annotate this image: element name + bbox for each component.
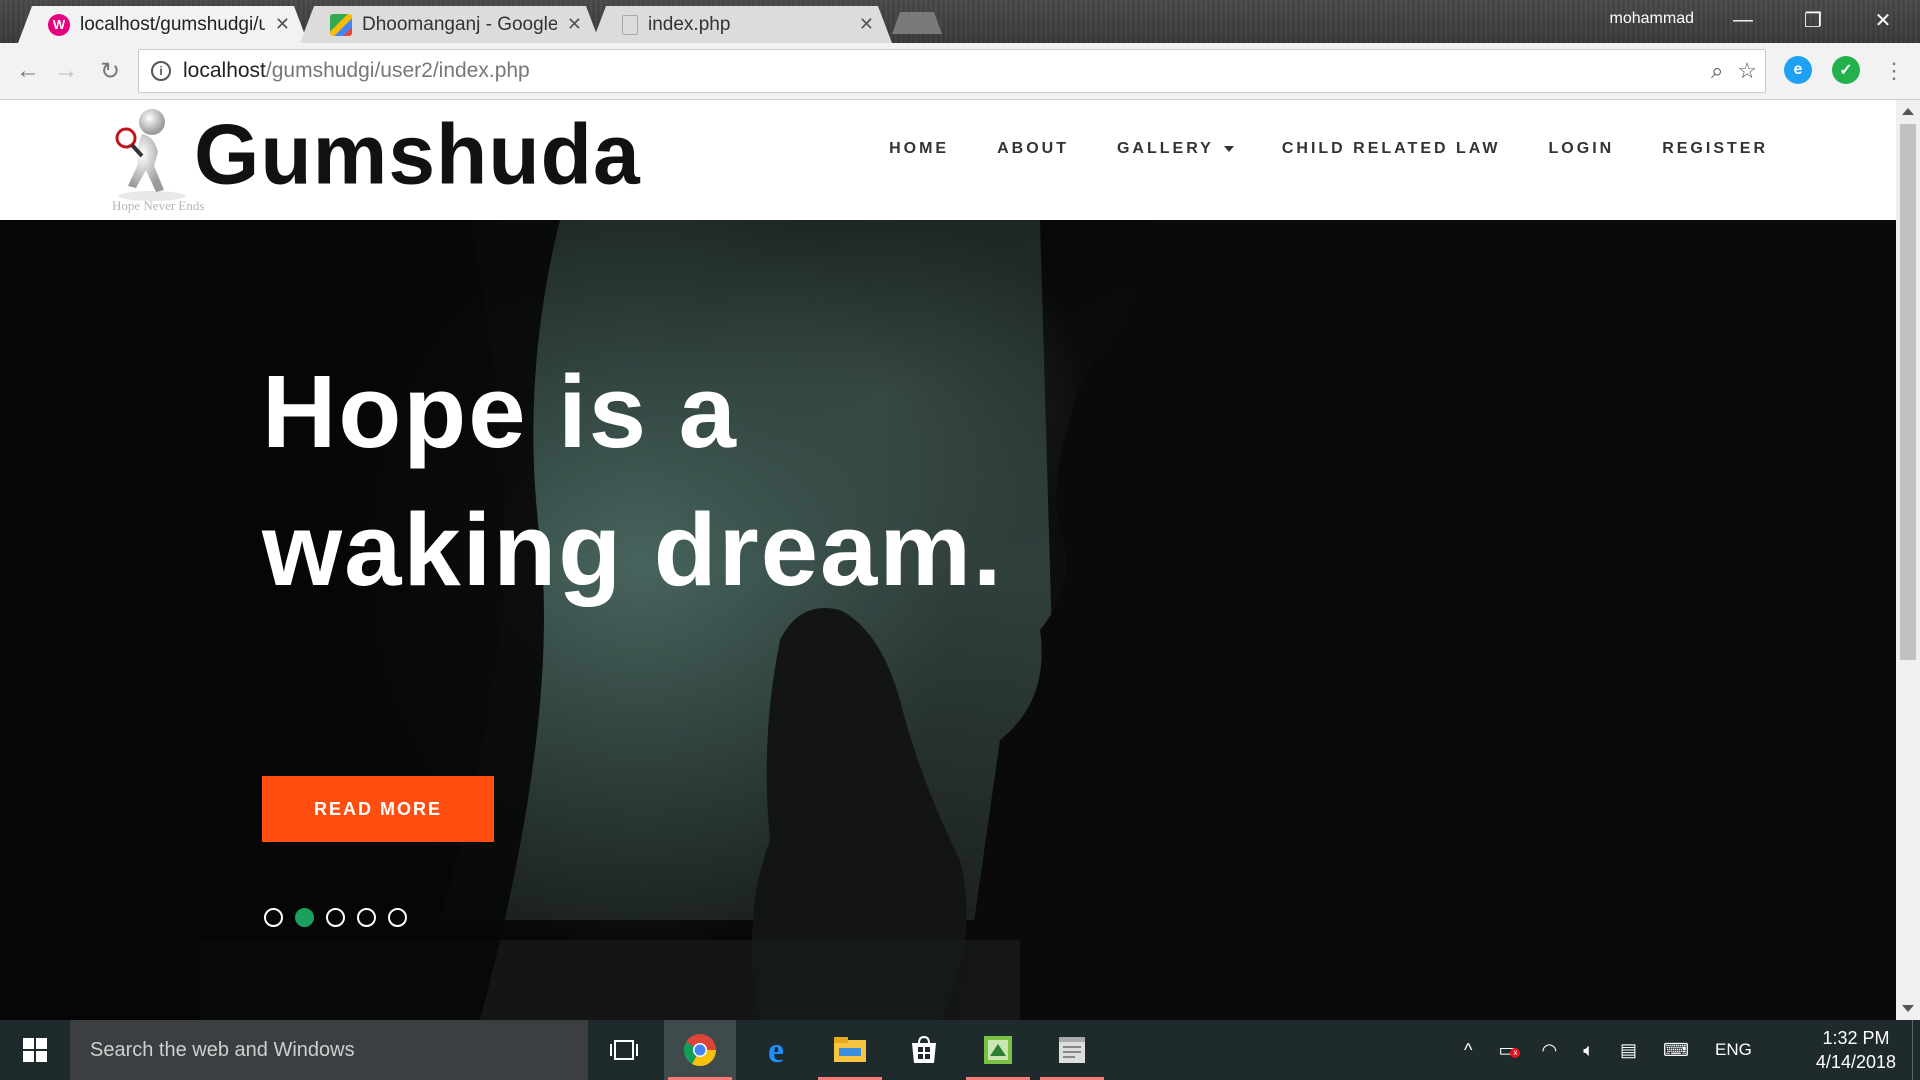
browser-toolbar: ← → ↻ i localhost/gumshudgi/user2/index.…: [0, 43, 1920, 100]
slider-dot[interactable]: [264, 908, 283, 927]
hero-background-image: [0, 220, 1896, 1020]
scroll-down-icon[interactable]: [1902, 1005, 1914, 1012]
tab-google-maps[interactable]: Dhoomanganj - Google M ✕: [300, 6, 600, 43]
back-icon[interactable]: ←: [12, 55, 44, 87]
chrome-icon[interactable]: [664, 1020, 736, 1080]
bookmark-star-icon[interactable]: ☆: [1737, 58, 1757, 84]
nav-label: CHILD RELATED LAW: [1281, 140, 1501, 157]
wamp-icon: W: [48, 14, 70, 36]
nav-label: LOGIN: [1548, 140, 1615, 157]
maps-icon: [330, 14, 352, 36]
forward-icon[interactable]: →: [50, 55, 82, 87]
hero-headline-line-1: Hope is a: [262, 354, 738, 469]
app-icon[interactable]: [962, 1020, 1034, 1080]
url-path: /gumshudgi/user2/index.php: [265, 59, 530, 82]
new-tab-button[interactable]: [892, 12, 942, 34]
logo-text: Gumshuda: [194, 106, 641, 202]
wifi-icon[interactable]: ◠: [1541, 1040, 1557, 1061]
nav-child-related-law[interactable]: CHILD RELATED LAW: [1282, 140, 1501, 158]
clock[interactable]: 1:32 PM 4/14/2018: [1816, 1026, 1896, 1074]
close-icon[interactable]: ✕: [567, 14, 582, 35]
system-tray: ^ ▭ x ◠ 🔈︎ ▤ ⌨ ENG: [1464, 1020, 1752, 1080]
reload-icon[interactable]: ↻: [94, 55, 126, 87]
nav-register[interactable]: REGISTER: [1662, 140, 1768, 158]
browser-titlebar: W localhost/gumshudgi/use ✕ Dhoomanganj …: [0, 0, 1920, 43]
slider-pagination: [264, 908, 407, 927]
show-desktop-button[interactable]: [1912, 1020, 1920, 1080]
main-nav: HOME ABOUT GALLERY CHILD RELATED LAW LOG…: [889, 140, 1768, 158]
action-center-icon[interactable]: ▤: [1620, 1040, 1637, 1061]
scroll-up-icon[interactable]: [1902, 108, 1914, 115]
windows-logo-icon: [23, 1038, 47, 1062]
minimize-icon[interactable]: —: [1708, 0, 1778, 40]
extension-blue-icon[interactable]: e: [1784, 56, 1812, 84]
nav-login[interactable]: LOGIN: [1549, 140, 1615, 158]
profile-name[interactable]: mohammad: [1610, 10, 1694, 28]
nav-label: HOME: [889, 140, 950, 157]
slider-dot[interactable]: [326, 908, 345, 927]
start-button[interactable]: [0, 1020, 70, 1080]
language-indicator[interactable]: ENG: [1715, 1040, 1752, 1060]
chevron-up-icon[interactable]: ^: [1464, 1040, 1472, 1061]
file-explorer-icon[interactable]: [814, 1020, 886, 1080]
clock-time: 1:32 PM: [1822, 1028, 1890, 1048]
logo-figure-icon: [115, 109, 186, 201]
extension-check-icon[interactable]: ✓: [1832, 56, 1860, 84]
logo-tagline: Hope Never Ends: [112, 198, 205, 213]
taskbar-search[interactable]: Search the web and Windows: [70, 1020, 588, 1080]
tab-gumshuda[interactable]: W localhost/gumshudgi/use ✕: [18, 6, 308, 43]
page-scrollbar[interactable]: [1896, 100, 1920, 1020]
site-logo[interactable]: Gumshuda Hope Never Ends: [112, 104, 640, 216]
nav-about[interactable]: ABOUT: [997, 140, 1069, 158]
tab-title: localhost/gumshudgi/use: [80, 13, 265, 35]
url-host: localhost: [183, 59, 266, 82]
tab-index-php[interactable]: index.php ✕: [592, 6, 892, 43]
caret-down-icon: [1223, 146, 1234, 152]
address-bar[interactable]: i localhost/gumshudgi/user2/index.php ⌕ …: [138, 49, 1766, 93]
nav-label: ABOUT: [997, 140, 1069, 157]
nav-label: GALLERY: [1116, 140, 1214, 157]
nav-label: REGISTER: [1662, 140, 1768, 157]
restore-icon[interactable]: ❐: [1778, 0, 1848, 40]
zoom-icon[interactable]: ⌕: [1711, 58, 1723, 84]
hero-headline-line-2: waking dream.: [262, 492, 1004, 607]
close-icon[interactable]: ✕: [275, 14, 290, 35]
nav-gallery[interactable]: GALLERY: [1117, 140, 1234, 158]
site-header: Gumshuda Hope Never Ends HOME ABOUT GALL…: [0, 100, 1896, 220]
clock-date: 4/14/2018: [1815, 1052, 1896, 1072]
tab-title: index.php: [648, 13, 731, 35]
scroll-thumb[interactable]: [1900, 124, 1916, 660]
nav-home[interactable]: HOME: [889, 140, 949, 158]
slider-dot[interactable]: [357, 908, 376, 927]
hero-slider: Hope is a waking dream. READ MORE: [0, 220, 1896, 1020]
task-view-icon[interactable]: [588, 1020, 660, 1080]
edge-icon[interactable]: e: [740, 1020, 812, 1080]
volume-muted-icon[interactable]: 🔈︎: [1583, 1040, 1594, 1061]
tab-title: Dhoomanganj - Google M: [362, 13, 557, 35]
info-icon[interactable]: i: [151, 61, 171, 81]
close-icon[interactable]: ✕: [859, 14, 874, 35]
store-icon[interactable]: [888, 1020, 960, 1080]
network-error-icon[interactable]: ▭ x: [1498, 1040, 1521, 1061]
read-more-button[interactable]: READ MORE: [262, 776, 494, 842]
close-window-icon[interactable]: ✕: [1848, 0, 1918, 40]
file-icon: [622, 15, 638, 35]
slider-dot-active[interactable]: [295, 908, 314, 927]
menu-icon[interactable]: ⋮: [1878, 55, 1910, 87]
keyboard-icon[interactable]: ⌨: [1663, 1040, 1689, 1061]
windows-taskbar: Search the web and Windows e ^ ▭ x ◠ 🔈︎ ▤…: [0, 1020, 1920, 1080]
page-viewport: Gumshuda Hope Never Ends HOME ABOUT GALL…: [0, 100, 1896, 1020]
notepad-icon[interactable]: [1036, 1020, 1108, 1080]
slider-dot[interactable]: [388, 908, 407, 927]
